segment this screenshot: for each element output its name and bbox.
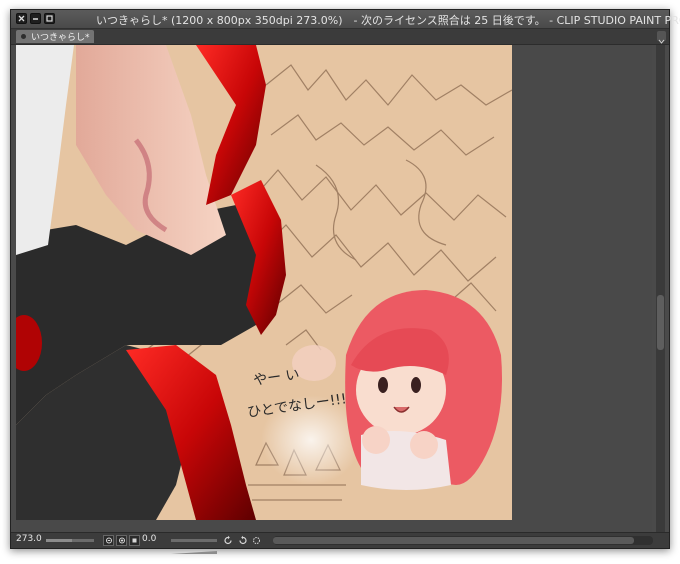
window-title: いつきゃらし* (1200 x 800px 350dpi 273.0%) - 次… bbox=[96, 14, 680, 27]
fit-window-icon bbox=[132, 538, 137, 543]
fit-to-window-button[interactable] bbox=[129, 535, 140, 546]
minimize-icon bbox=[33, 18, 38, 20]
maximize-icon bbox=[46, 15, 53, 22]
app-window: いつきゃらし* (1200 x 800px 350dpi 273.0%) - 次… bbox=[10, 9, 680, 554]
rotate-right-icon bbox=[239, 535, 247, 545]
zoom-slider[interactable] bbox=[46, 539, 94, 542]
maximize-button[interactable] bbox=[44, 13, 55, 24]
zoom-value[interactable]: 273.0 bbox=[16, 534, 42, 544]
vertical-scroll-thumb[interactable] bbox=[657, 295, 664, 350]
tab-list-button[interactable] bbox=[657, 31, 666, 44]
tab-document[interactable]: いつきゃらし* bbox=[16, 30, 94, 43]
canvas-viewport[interactable]: やー い ひとでなしー!!! bbox=[16, 45, 652, 532]
chibi-character bbox=[345, 290, 502, 490]
rotate-right-button[interactable] bbox=[237, 535, 248, 546]
tab-label: いつきゃらし* bbox=[31, 33, 90, 43]
artwork-canvas[interactable]: やー い ひとでなしー!!! bbox=[16, 45, 512, 520]
zoom-out-button[interactable] bbox=[103, 535, 114, 546]
minimize-button[interactable] bbox=[30, 13, 41, 24]
status-bar: 273.0 0.0 bbox=[11, 532, 669, 554]
zoom-in-button[interactable] bbox=[116, 535, 127, 546]
document-tab-bar: いつきゃらし* bbox=[11, 29, 669, 45]
rotation-value[interactable]: 0.0 bbox=[142, 534, 156, 544]
rotation-slider[interactable] bbox=[171, 539, 217, 554]
title-bar[interactable]: いつきゃらし* (1200 x 800px 350dpi 273.0%) - 次… bbox=[11, 10, 680, 29]
close-icon bbox=[18, 15, 25, 22]
rotate-left-icon bbox=[224, 535, 232, 545]
rotation-slider-track bbox=[171, 551, 217, 554]
horizontal-scroll-thumb[interactable] bbox=[273, 537, 634, 544]
close-button[interactable] bbox=[16, 13, 27, 24]
unsaved-dot-icon bbox=[21, 34, 26, 39]
zoom-slider-fill bbox=[46, 539, 73, 542]
horizontal-scrollbar[interactable] bbox=[273, 536, 653, 545]
reset-rotation-button[interactable] bbox=[251, 535, 262, 546]
rotate-left-button[interactable] bbox=[223, 535, 234, 546]
vertical-scrollbar[interactable] bbox=[656, 45, 665, 532]
zoom-out-icon bbox=[106, 537, 112, 544]
reset-rotation-icon bbox=[253, 537, 260, 544]
zoom-in-icon bbox=[119, 537, 125, 544]
